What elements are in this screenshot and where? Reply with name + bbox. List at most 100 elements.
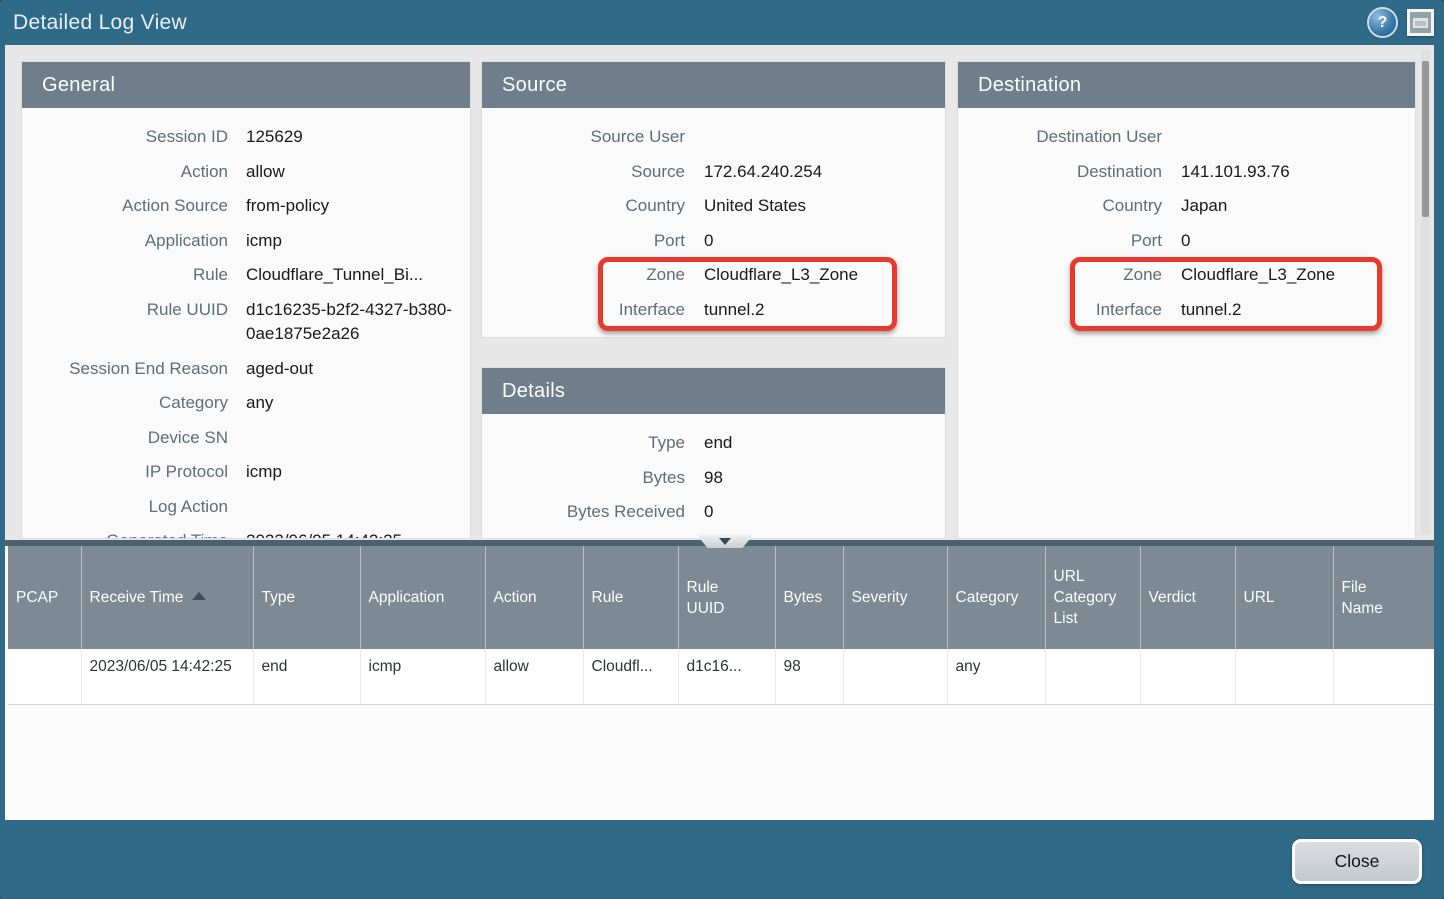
field-label: Destination User: [958, 125, 1162, 150]
window-restore-icon[interactable]: [1407, 9, 1434, 36]
field-destination-address: Destination 141.101.93.76: [958, 155, 1415, 190]
cell-type: end: [253, 649, 360, 704]
cell-category: any: [947, 649, 1045, 704]
sort-ascending-icon: [192, 592, 206, 600]
cell-url-category-list: [1045, 649, 1140, 704]
column-label: PCAP: [16, 589, 58, 606]
detail-scrollbar-track[interactable]: [1421, 50, 1430, 534]
field-value: aged-out: [246, 357, 313, 382]
help-icon[interactable]: ?: [1369, 9, 1396, 36]
field-label: Interface: [958, 298, 1162, 323]
field-source-country: Country United States: [482, 189, 945, 224]
field-label: Action Source: [22, 194, 228, 219]
column-header-bytes[interactable]: Bytes: [775, 546, 843, 649]
cell-pcap: [8, 649, 81, 704]
field-value: icmp: [246, 229, 282, 254]
log-table-row[interactable]: 2023/06/05 14:42:25 end icmp allow Cloud…: [8, 649, 1434, 704]
field-label: Application: [22, 229, 228, 254]
field-value: 0: [704, 500, 713, 525]
field-value: any: [246, 391, 273, 416]
column-header-receive-time[interactable]: Receive Time: [81, 546, 253, 649]
field-source-zone: Zone Cloudflare_L3_Zone: [482, 258, 945, 293]
dialog-titlebar: Detailed Log View ?: [0, 0, 1444, 45]
destination-panel-header: Destination: [958, 62, 1415, 108]
log-table: PCAP Receive Time Type Application Actio…: [8, 546, 1434, 705]
field-value: allow: [246, 160, 285, 185]
column-header-application[interactable]: Application: [360, 546, 485, 649]
dialog-content: General Session ID 125629 Action allow A…: [5, 45, 1434, 820]
field-label: Country: [958, 194, 1162, 219]
field-action-source: Action Source from-policy: [22, 189, 470, 224]
column-header-action[interactable]: Action: [485, 546, 583, 649]
field-label: Zone: [958, 263, 1162, 288]
field-label: Session End Reason: [22, 357, 228, 382]
field-value: Cloudflare_Tunnel_Bi...: [246, 263, 423, 288]
help-glyph: ?: [1378, 14, 1388, 32]
column-header-pcap[interactable]: PCAP: [8, 546, 81, 649]
column-label: Receive Time: [90, 589, 184, 606]
details-panel-header: Details: [482, 368, 945, 414]
column-header-severity[interactable]: Severity: [843, 546, 947, 649]
general-panel: General Session ID 125629 Action allow A…: [22, 62, 470, 538]
log-table-header-row: PCAP Receive Time Type Application Actio…: [8, 546, 1434, 649]
chevron-down-icon: [719, 538, 731, 545]
column-header-type[interactable]: Type: [253, 546, 360, 649]
column-label: Rule: [592, 589, 624, 606]
column-header-url[interactable]: URL: [1235, 546, 1333, 649]
field-value: 0: [1181, 229, 1190, 254]
field-value: Cloudflare_L3_Zone: [704, 263, 858, 288]
field-value: end: [704, 431, 732, 456]
field-device-sn: Device SN: [22, 421, 470, 456]
field-value: tunnel.2: [704, 298, 765, 323]
field-value: tunnel.2: [1181, 298, 1242, 323]
column-label: Application: [369, 589, 445, 606]
field-destination-zone: Zone Cloudflare_L3_Zone: [958, 258, 1415, 293]
column-label: URL: [1244, 589, 1275, 606]
cell-file-name: [1333, 649, 1434, 704]
field-value: d1c16235-b2f2-4327-b380-0ae1875e2a26: [246, 298, 458, 347]
cell-url: [1235, 649, 1333, 704]
field-label: Action: [22, 160, 228, 185]
general-panel-header: General: [22, 62, 470, 108]
field-label: Bytes: [482, 466, 685, 491]
column-label: Rule UUID: [687, 577, 745, 619]
field-label: Destination: [958, 160, 1162, 185]
column-header-rule[interactable]: Rule: [583, 546, 678, 649]
field-label: Interface: [482, 298, 685, 323]
field-destination-country: Country Japan: [958, 189, 1415, 224]
field-destination-interface: Interface tunnel.2: [958, 293, 1415, 328]
field-label: Log Action: [22, 495, 228, 520]
field-value: 2023/06/05 14:42:25: [246, 529, 402, 538]
field-value: 141.101.93.76: [1181, 160, 1290, 185]
field-label: Zone: [482, 263, 685, 288]
page-title: Detailed Log View: [13, 11, 187, 35]
cell-bytes: 98: [775, 649, 843, 704]
field-generated-time: Generated Time 2023/06/05 14:42:25: [22, 524, 470, 538]
detail-scrollbar-thumb[interactable]: [1422, 61, 1429, 217]
column-header-url-category-list[interactable]: URL Category List: [1045, 546, 1140, 649]
column-header-category[interactable]: Category: [947, 546, 1045, 649]
column-header-rule-uuid[interactable]: Rule UUID: [678, 546, 775, 649]
field-value: Japan: [1181, 194, 1227, 219]
field-bytes: Bytes 98: [482, 461, 945, 496]
cell-application: icmp: [360, 649, 485, 704]
log-detail-area: General Session ID 125629 Action allow A…: [5, 45, 1434, 540]
field-label: Generated Time: [22, 529, 228, 538]
field-value: 98: [704, 466, 723, 491]
column-header-file-name[interactable]: File Name: [1333, 546, 1434, 649]
field-ip-protocol: IP Protocol icmp: [22, 455, 470, 490]
field-source-address: Source 172.64.240.254: [482, 155, 945, 190]
field-value: 0: [704, 229, 713, 254]
field-rule-uuid: Rule UUID d1c16235-b2f2-4327-b380-0ae187…: [22, 293, 470, 352]
column-label: Action: [494, 589, 537, 606]
field-application: Application icmp: [22, 224, 470, 259]
close-button[interactable]: Close: [1292, 839, 1422, 884]
field-value: Cloudflare_L3_Zone: [1181, 263, 1335, 288]
field-source-user: Source User: [482, 120, 945, 155]
field-destination-user: Destination User: [958, 120, 1415, 155]
column-label: Type: [262, 589, 296, 606]
column-header-verdict[interactable]: Verdict: [1140, 546, 1235, 649]
field-session-id: Session ID 125629: [22, 120, 470, 155]
detailed-log-view-dialog: Detailed Log View ? General Session ID 1…: [0, 0, 1444, 899]
cell-severity: [843, 649, 947, 704]
